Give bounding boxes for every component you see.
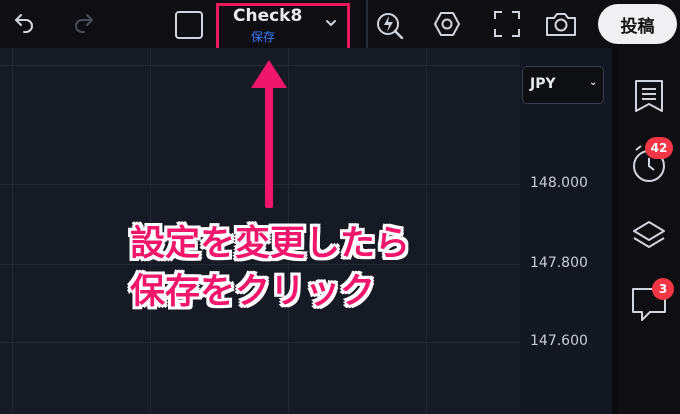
- toolbar-divider: [366, 0, 368, 48]
- grid-line: [0, 184, 520, 185]
- layers-icon[interactable]: [631, 218, 667, 256]
- redo-icon[interactable]: [72, 12, 96, 36]
- grid-line: [12, 48, 13, 414]
- price-label: 147.800: [530, 255, 588, 271]
- fullscreen-icon[interactable]: [492, 9, 522, 39]
- save-label[interactable]: 保存: [251, 28, 275, 45]
- annotation-text: 設定を変更したら 保存をクリック: [130, 220, 410, 316]
- price-label: 147.600: [530, 333, 588, 349]
- watchlist-icon[interactable]: [632, 78, 666, 118]
- arrow-line: [265, 84, 273, 208]
- annotation-line-1: 設定を変更したら: [130, 224, 411, 264]
- square-icon[interactable]: [174, 10, 204, 40]
- camera-icon[interactable]: [544, 9, 578, 39]
- alerts-badge: 42: [645, 137, 673, 159]
- alert-lightning-icon[interactable]: [375, 9, 405, 39]
- price-label: 148.000: [530, 175, 588, 191]
- undo-icon[interactable]: [12, 12, 36, 36]
- top-toolbar: Check8 保存 投稿: [0, 0, 680, 51]
- annotation-line-2: 保存をクリック: [130, 272, 376, 312]
- grid-line: [426, 48, 427, 414]
- layout-name[interactable]: Check8: [233, 6, 313, 26]
- currency-label: JPY: [530, 76, 556, 92]
- chevron-down-icon[interactable]: [324, 15, 338, 34]
- post-button[interactable]: 投稿: [598, 4, 677, 44]
- settings-hexagon-icon[interactable]: [432, 9, 462, 39]
- right-sidebar: 42 3: [618, 48, 680, 414]
- chat-badge: 3: [652, 278, 674, 300]
- chevron-down-icon: ⌄: [589, 77, 598, 88]
- currency-selector[interactable]: JPY ⌄: [522, 66, 604, 104]
- grid-line: [0, 342, 520, 343]
